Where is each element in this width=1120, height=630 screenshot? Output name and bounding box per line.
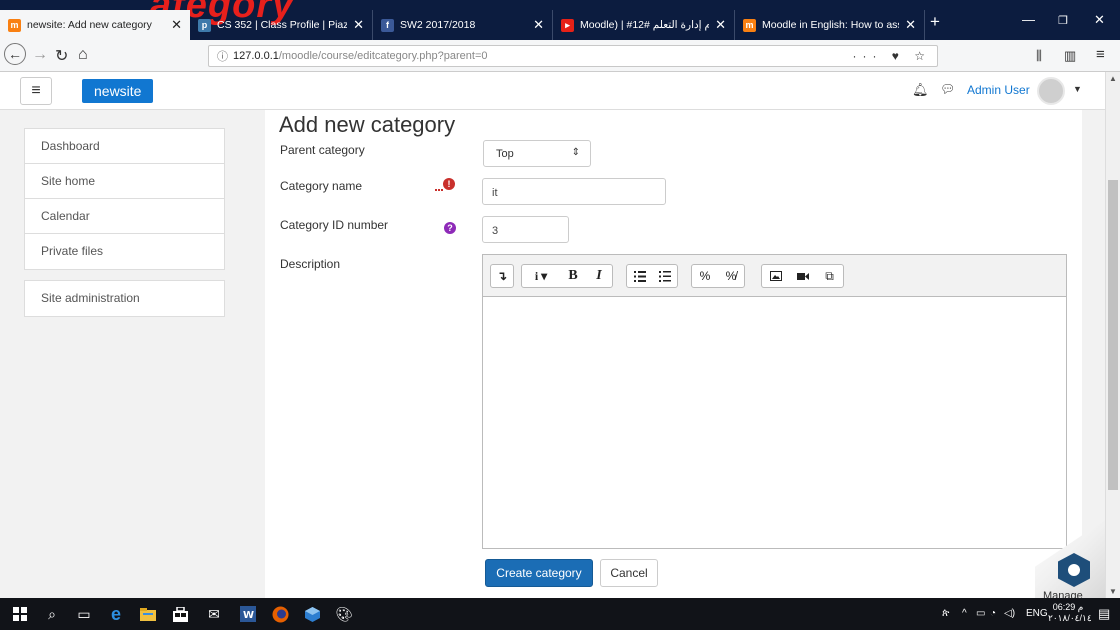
- video-icon[interactable]: [789, 265, 816, 287]
- bold-icon[interactable]: B: [560, 265, 586, 287]
- browser-tab-strip: ategory m newsite: Add new category ✕ p …: [0, 0, 1120, 40]
- svg-text:W: W: [243, 610, 254, 621]
- image-icon[interactable]: [762, 265, 789, 287]
- keyboard-icon[interactable]: ▭: [976, 608, 985, 619]
- wifi-icon[interactable]: ◔: [990, 608, 996, 619]
- sidebar-icon[interactable]: ▥: [1064, 48, 1076, 64]
- site-brand-link[interactable]: newsite: [82, 79, 154, 103]
- home-button[interactable]: ⌂: [78, 46, 88, 64]
- editor-content-area[interactable]: [483, 298, 1066, 548]
- messages-icon[interactable]: 💬︎: [940, 82, 955, 96]
- url-bar[interactable]: ⓘ 127.0.0.1/moodle/course/editcategory.p…: [208, 45, 938, 67]
- close-icon[interactable]: ✕: [353, 17, 364, 33]
- notification-bell-icon[interactable]: 🔔︎: [912, 82, 929, 98]
- new-tab-button[interactable]: +: [930, 12, 940, 32]
- site-header: ≡ newsite 🔔︎ 💬︎ Admin User ▼: [0, 72, 1105, 110]
- sidebar-item-calendar[interactable]: Calendar: [25, 199, 224, 234]
- unordered-list-icon[interactable]: [627, 265, 652, 287]
- file-explorer-icon[interactable]: [138, 604, 158, 624]
- create-category-button[interactable]: Create category: [485, 559, 593, 587]
- sidebar-item-site-home[interactable]: Site home: [25, 164, 224, 199]
- cancel-button[interactable]: Cancel: [600, 559, 658, 587]
- windows-start-icon[interactable]: [10, 604, 30, 624]
- tab-piazza[interactable]: p CS 352 | Class Profile | Piazza ✕: [190, 10, 373, 40]
- back-button[interactable]: ←: [4, 43, 26, 65]
- avatar[interactable]: [1037, 77, 1065, 105]
- forward-button[interactable]: →: [32, 46, 48, 64]
- store-icon[interactable]: [170, 604, 190, 624]
- nav-block: Dashboard Site home Calendar Private fil…: [24, 128, 225, 270]
- action-center-icon[interactable]: ▤: [1098, 606, 1110, 622]
- sidebar-item-dashboard[interactable]: Dashboard: [25, 129, 224, 164]
- moodle-icon: m: [743, 18, 756, 32]
- volume-icon[interactable]: ◁): [1004, 608, 1015, 619]
- manage-files-icon[interactable]: ⧉: [816, 265, 843, 287]
- tab-moodle-english[interactable]: m Moodle in English: How to assi ✕: [735, 10, 925, 40]
- page-title: Add new category: [279, 112, 456, 137]
- category-name-input[interactable]: it: [482, 178, 666, 205]
- mail-icon[interactable]: ✉: [204, 604, 224, 624]
- search-icon[interactable]: ⌕: [42, 604, 62, 624]
- parent-category-label: Parent category: [280, 143, 365, 157]
- browser-nav-bar: ← → ↻ ⌂ ⓘ 127.0.0.1/moodle/course/editca…: [0, 40, 1120, 72]
- close-icon[interactable]: ✕: [171, 17, 182, 33]
- paint-icon[interactable]: 🎨︎: [334, 604, 354, 624]
- reload-button[interactable]: ↻: [55, 46, 68, 66]
- scrollbar-thumb[interactable]: [1108, 180, 1118, 490]
- paragraph-styles-icon[interactable]: i ▾: [522, 265, 560, 287]
- scroll-down-icon[interactable]: ▼: [1109, 587, 1117, 596]
- help-icon[interactable]: ?: [444, 222, 456, 234]
- close-icon[interactable]: ✕: [715, 17, 726, 33]
- virtualbox-icon[interactable]: [302, 604, 322, 624]
- menu-icon[interactable]: ≡: [1096, 46, 1105, 63]
- tab-newsite[interactable]: m newsite: Add new category ✕: [0, 10, 190, 40]
- edge-icon[interactable]: e: [106, 604, 126, 624]
- category-idnumber-label: Category ID number: [280, 218, 389, 232]
- ordered-list-icon[interactable]: [652, 265, 677, 287]
- people-icon[interactable]: ጵ: [942, 608, 949, 619]
- sidebar-item-site-administration[interactable]: Site administration: [25, 281, 224, 316]
- required-icon: !: [435, 178, 455, 191]
- sidebar-item-private-files[interactable]: Private files: [25, 234, 224, 269]
- close-icon[interactable]: ✕: [533, 17, 544, 33]
- select-arrows-icon: ⇕: [571, 147, 580, 158]
- category-idnumber-input[interactable]: 3: [482, 216, 569, 243]
- clock[interactable]: 06:29 م ٢٠١٨/٠٤/١٤: [1048, 602, 1092, 624]
- piazza-icon: p: [198, 18, 211, 32]
- chevron-up-icon[interactable]: ^: [962, 608, 967, 619]
- firefox-icon[interactable]: [270, 604, 290, 624]
- link-icon[interactable]: %: [692, 265, 718, 287]
- editor-toolbar: ↴ i ▾ B I % %̸ ⧉: [483, 255, 1066, 297]
- moodle-icon: m: [8, 18, 21, 32]
- minimize-button[interactable]: —: [1022, 12, 1035, 27]
- windows-taskbar: ⌕ ▭ e ✉ W 🎨︎ ጵ ^ ▭ ◔ ◁) ENG 06:29 م ٢٠١٨…: [0, 598, 1120, 630]
- library-icon[interactable]: ⫼: [1036, 48, 1042, 64]
- description-label: Description: [280, 257, 341, 271]
- unlink-icon[interactable]: %̸: [718, 265, 744, 287]
- parent-category-select[interactable]: Top ⇕: [483, 140, 591, 167]
- admin-block: Site administration: [24, 280, 225, 317]
- italic-icon[interactable]: I: [586, 265, 612, 287]
- word-icon[interactable]: W: [238, 604, 258, 624]
- maximize-button[interactable]: ❐: [1058, 14, 1068, 27]
- tab-youtube[interactable]: ▸ Moodle) | #12# نظام إدارة التعلم ✕: [553, 10, 735, 40]
- page-scrollbar[interactable]: ▲ ▼: [1105, 72, 1120, 598]
- page-actions-icon[interactable]: ··· ♥ ☆: [852, 49, 931, 63]
- window-close-button[interactable]: ✕: [1094, 12, 1105, 28]
- category-name-label: Category name: [280, 179, 363, 193]
- user-name[interactable]: Admin User: [967, 83, 1030, 97]
- youtube-icon: ▸: [561, 18, 574, 32]
- close-icon[interactable]: ✕: [905, 17, 916, 33]
- facebook-icon: f: [381, 18, 394, 32]
- language-indicator[interactable]: ENG: [1026, 608, 1048, 619]
- tab-facebook[interactable]: f SW2 2017/2018 ✕: [373, 10, 553, 40]
- nav-drawer-toggle[interactable]: ≡: [20, 77, 52, 105]
- description-editor: ↴ i ▾ B I % %̸ ⧉: [482, 254, 1067, 549]
- toolbar-toggle-icon[interactable]: ↴: [491, 265, 513, 287]
- scroll-up-icon[interactable]: ▲: [1109, 74, 1117, 83]
- task-view-icon[interactable]: ▭: [74, 604, 94, 624]
- chevron-down-icon[interactable]: ▼: [1073, 84, 1082, 94]
- info-icon[interactable]: ⓘ: [217, 48, 228, 64]
- hamburger-icon: ≡: [31, 82, 41, 99]
